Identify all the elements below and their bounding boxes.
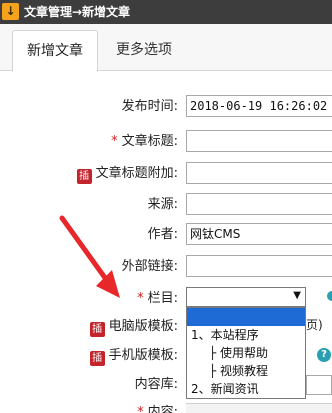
pc-template-label-text: 电脑版模板: <box>108 319 178 334</box>
publish-time-label: 发布时间: <box>121 99 178 114</box>
required-mark: * <box>137 291 144 306</box>
mobile-template-label-text: 手机版模板: <box>108 348 178 363</box>
external-link-input[interactable] <box>186 255 332 277</box>
row-publish-time: 发布时间: 2018-06-19 16:26:02 <box>0 95 332 119</box>
row-title-extra: 插文章标题附加: <box>0 162 332 186</box>
column-label-text: 栏目: <box>147 291 178 306</box>
source-label: 来源: <box>147 197 178 212</box>
tab-bar: 新增文章 更多选项 <box>0 24 332 72</box>
row-title: * 文章标题: <box>0 130 332 154</box>
down-arrow-icon: ↓ <box>2 3 19 20</box>
insert-badge-icon[interactable]: 插 <box>89 351 105 366</box>
title-extra-label: 插文章标题附加: <box>76 162 178 186</box>
publish-time-input[interactable]: 2018-06-19 16:26:02 <box>186 95 332 117</box>
insert-badge-icon[interactable]: 插 <box>89 322 105 337</box>
title-bar: ↓ 文章管理→新增文章 <box>0 0 332 24</box>
dropdown-option[interactable]: ├ 使用帮助 <box>187 344 305 362</box>
title-label: * 文章标题: <box>111 130 178 154</box>
dropdown-option[interactable] <box>187 308 305 326</box>
page-title: 文章管理→新增文章 <box>24 5 131 19</box>
title-extra-input[interactable] <box>186 162 332 184</box>
pc-template-partial-text: 页) <box>306 318 323 332</box>
title-label-text: 文章标题: <box>121 134 178 149</box>
tab-add-article[interactable]: 新增文章 <box>12 30 98 72</box>
row-author: 作者: 网钛CMS <box>0 223 332 247</box>
content-label: * 内容: <box>137 401 178 413</box>
external-link-label: 外部链接: <box>121 259 178 274</box>
insert-badge-icon[interactable]: 插 <box>76 169 92 184</box>
author-label: 作者: <box>147 227 178 242</box>
source-input[interactable] <box>186 193 332 215</box>
row-source: 来源: <box>0 193 332 217</box>
content-library-select-edge[interactable] <box>306 375 332 395</box>
tab-more-options[interactable]: 更多选项 <box>104 30 184 70</box>
title-extra-label-text: 文章标题附加: <box>95 166 178 181</box>
dropdown-option[interactable]: 1、本站程序 <box>187 326 305 344</box>
dropdown-option[interactable]: 2、新闻资讯 <box>187 380 305 398</box>
pc-template-label: 插电脑版模板: <box>89 315 178 339</box>
dropdown-option[interactable]: ├ 视频教程 <box>187 362 305 380</box>
title-input[interactable] <box>186 130 332 152</box>
row-external-link: 外部链接: <box>0 255 332 279</box>
author-input[interactable]: 网钛CMS <box>186 223 332 245</box>
help-icon[interactable] <box>327 291 332 301</box>
dropdown-arrow-icon[interactable]: ▼ <box>293 290 301 301</box>
column-label: * 栏目: <box>137 287 178 311</box>
required-mark: * <box>137 405 144 413</box>
content-label-text: 内容: <box>147 405 178 413</box>
content-library-label: 内容库: <box>134 377 178 392</box>
help-icon[interactable]: ? <box>317 348 331 362</box>
column-dropdown-list: 1、本站程序 ├ 使用帮助 ├ 视频教程 2、新闻资讯 <box>186 307 306 399</box>
required-mark: * <box>111 134 118 149</box>
mobile-template-label: 插手机版模板: <box>89 344 178 368</box>
editor-toolbar[interactable] <box>186 403 332 413</box>
page: ↓ 文章管理→新增文章 新增文章 更多选项 发布时间: 2018-06-19 1… <box>0 0 332 413</box>
column-select[interactable]: ▼ <box>186 287 306 307</box>
